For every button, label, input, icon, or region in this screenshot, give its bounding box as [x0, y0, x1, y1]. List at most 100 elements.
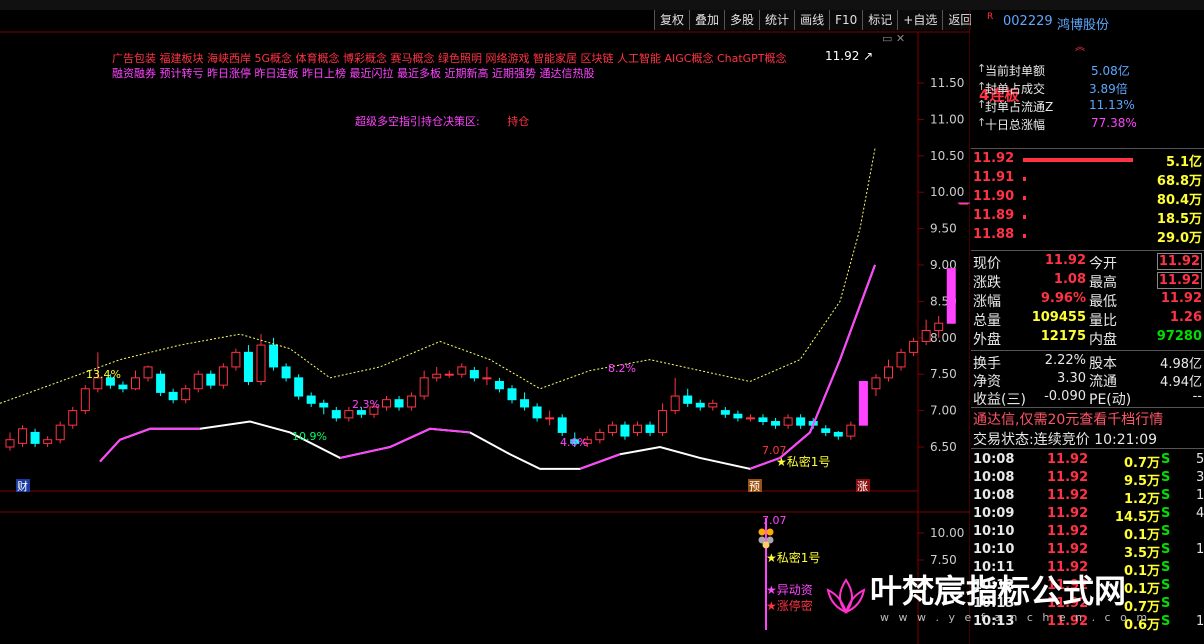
candle-body [118, 384, 128, 390]
bid-bar [1023, 177, 1026, 181]
candle-body [520, 399, 530, 408]
tick-count: 5 [1196, 452, 1204, 467]
quote-value2: 11.92 [1156, 253, 1202, 270]
candle-body [181, 388, 191, 401]
tick-side: S [1161, 488, 1171, 503]
candle-body [532, 406, 542, 419]
bid-bar [1023, 158, 1133, 162]
candle-body [168, 391, 178, 401]
tick-side: S [1161, 524, 1171, 539]
tick-count: 3 [1196, 470, 1204, 485]
fund-value: 3.30 [1057, 371, 1086, 386]
candle-body [156, 373, 166, 393]
tick-side: S [1161, 578, 1171, 593]
seal-value: 11.13% [1089, 98, 1135, 112]
candle-body [783, 417, 793, 426]
candle-body [231, 351, 241, 368]
candle-body [394, 399, 404, 408]
candle-body [633, 424, 642, 433]
bid-price: 11.91 [973, 170, 1015, 185]
tag-label: 财 [17, 479, 28, 493]
fund-value2: 4.98亿 [1160, 357, 1202, 372]
quote-panel: R 002229 鸿博股份 ︽ 4连板 ↑ 当前封单额 5.08亿 ↑ 封单占成交 3.8… [971, 10, 1204, 644]
candle-body [946, 268, 956, 324]
signal-dot [762, 541, 770, 549]
bid-price: 11.89 [973, 208, 1015, 223]
bid-volume: 80.4万 [1156, 193, 1202, 208]
seal-label: 封单占成交 [985, 82, 1046, 96]
tick-side: S [1161, 452, 1171, 467]
candle-body [80, 388, 90, 412]
seal-value: 3.89倍 [1089, 82, 1128, 96]
quote-value2: 97280 [1156, 329, 1202, 344]
fund-value: 2.22% [1044, 353, 1086, 368]
candle-body [884, 366, 893, 379]
candle-body [745, 417, 755, 420]
stock-code: 002229 [1003, 14, 1053, 29]
concept-tags-line2: 融资融券 预计转亏 昨日涨停 昨日连板 昨日上榜 最近闪拉 最近多板 近期新高 … [112, 67, 595, 80]
tick-count: 1 [1196, 488, 1204, 503]
candle-body [218, 366, 228, 386]
seal-label: 封单占流通Z [985, 100, 1054, 114]
lower-band-magenta [339, 427, 471, 459]
axis-label: 6.50 [930, 440, 957, 454]
trade-status: 交易状态:连续竞价 10:21:09 [973, 432, 1158, 448]
low-label: 7.07 [762, 444, 787, 457]
axis-label: 7.00 [930, 404, 957, 418]
quote-label2: 量比 [1089, 313, 1117, 329]
bid-price: 11.90 [973, 189, 1015, 204]
tick-volume: 0.1万 [1123, 528, 1160, 543]
fund-label: 净资 [973, 374, 1001, 390]
watermark: 叶梵宸指标公式网 [870, 572, 1127, 610]
axis-label: 11.50 [930, 76, 964, 90]
candle-body [55, 424, 65, 441]
candle-body [545, 417, 555, 420]
pct-label: 13.4% [86, 368, 121, 381]
bid-volume: 29.0万 [1156, 231, 1202, 246]
candle-body [306, 395, 316, 404]
candle-body [131, 377, 140, 390]
candle-body [344, 410, 354, 419]
tag-label: 涨 [857, 480, 868, 493]
quote-value2: 1.26 [1169, 310, 1202, 325]
tick-price: 11.92 [1047, 524, 1089, 539]
candle-body [670, 395, 680, 412]
candle-body [5, 439, 15, 448]
tick-time: 10:08 [973, 470, 1015, 485]
tick-count: 1 [1196, 614, 1204, 629]
tick-count: 4 [1196, 506, 1204, 521]
candle-body [683, 395, 693, 404]
pct-label: 10.9% [292, 430, 327, 443]
candle-body [206, 373, 216, 386]
candle-body [269, 344, 279, 368]
strategy-value: 持仓 [507, 115, 530, 128]
candle-body [733, 413, 743, 419]
candle-body [934, 322, 944, 332]
tick-price: 11.92 [1047, 506, 1089, 521]
quote-label: 总量 [973, 313, 1001, 329]
quote-label2: 最低 [1089, 294, 1117, 310]
promo-notice[interactable]: 通达信,仅需20元查看千档行情 [973, 409, 1204, 429]
tick-side: S [1161, 614, 1171, 629]
kline-chart[interactable]: 11.5011.0010.5010.009.509.008.508.007.50… [0, 0, 970, 644]
bid-volume: 5.1亿 [1165, 155, 1202, 170]
candle-body [243, 351, 253, 382]
pct-label: 8.2% [608, 362, 636, 375]
candle-body [193, 373, 203, 390]
tick-volume: 0.1万 [1123, 564, 1160, 579]
lower-band-magenta [99, 427, 200, 463]
fund-label2: PE(动) [1089, 392, 1132, 408]
chevron-up-icon[interactable]: ︽ [1075, 38, 1085, 53]
stock-name: 鸿博股份 [1057, 18, 1110, 33]
axis-label: 8.00 [930, 331, 957, 345]
axis-label: 10.50 [930, 149, 964, 163]
concept-tags-line1: 广告包装 福建板块 海峡西岸 5G概念 体育概念 博彩概念 赛马概念 绿色照明 … [112, 52, 787, 65]
candle-body [294, 377, 304, 397]
upper-envelope [0, 148, 876, 404]
candle-body [858, 380, 868, 426]
candle-body [921, 330, 931, 342]
fund-label2: 股本 [1089, 356, 1117, 372]
tick-volume: 9.5万 [1123, 474, 1160, 489]
lower-zhangting: ★涨停密 [766, 598, 813, 613]
axis-label: 9.50 [930, 222, 957, 236]
